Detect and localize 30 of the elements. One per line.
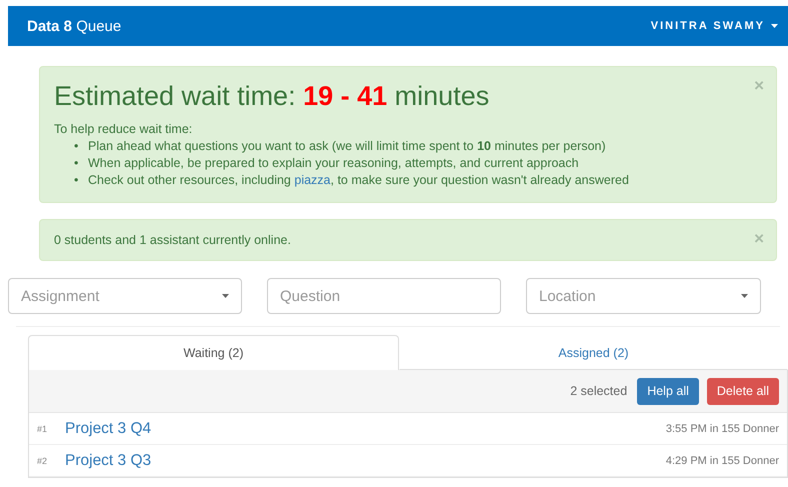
bullet: • [74, 172, 80, 189]
bullet: • [74, 155, 80, 172]
selected-count: 2 selected [570, 384, 628, 398]
question-field[interactable]: Question [267, 278, 501, 314]
help-all-button[interactable]: Help all [637, 378, 699, 404]
caret-icon [771, 24, 778, 28]
placeholder-text: Location [539, 288, 596, 304]
ticket-title[interactable]: Project 3 Q4 [65, 420, 666, 438]
delete-all-button[interactable]: Delete all [706, 378, 779, 404]
ticket-meta: 4:29 PM in 155 Donner [666, 454, 779, 466]
tip-text: Plan ahead what questions you want to ask (we will limit time spent to 10 minutes per person) [88, 138, 606, 155]
tip-text: When applicable, be prepared to explain your reasoning, attempts, and current approach [88, 155, 579, 172]
ticket-number: #2 [37, 456, 48, 466]
ticket-number: #1 [37, 424, 48, 434]
select-field[interactable]: Assignment [8, 278, 242, 314]
placeholder-text: Assignment [21, 288, 100, 304]
wait-time-heading: Estimated wait time: 19 - 41 minutes [54, 81, 490, 112]
app-title[interactable]: Data 8 Queue [27, 18, 122, 34]
tip-text: Check out other resources, including piazza, to make sure your question wasn't already answered [88, 172, 629, 189]
ticket-title[interactable]: Project 3 Q3 [65, 452, 666, 470]
online-status-text: 0 students and 1 assistant currently online. [54, 233, 291, 247]
user-menu[interactable]: VINITRA SWAMY [650, 20, 778, 32]
select-field[interactable]: Location [526, 278, 761, 314]
piazza-link[interactable]: piazza [294, 173, 331, 187]
ticket-meta: 3:55 PM in 155 Donner [666, 422, 779, 434]
caret-icon [741, 294, 748, 298]
tips-intro: To help reduce wait time: [54, 122, 192, 136]
caret-icon [222, 294, 229, 298]
queue-tab[interactable]: Waiting (2) [28, 335, 399, 370]
bullet: • [74, 138, 80, 155]
